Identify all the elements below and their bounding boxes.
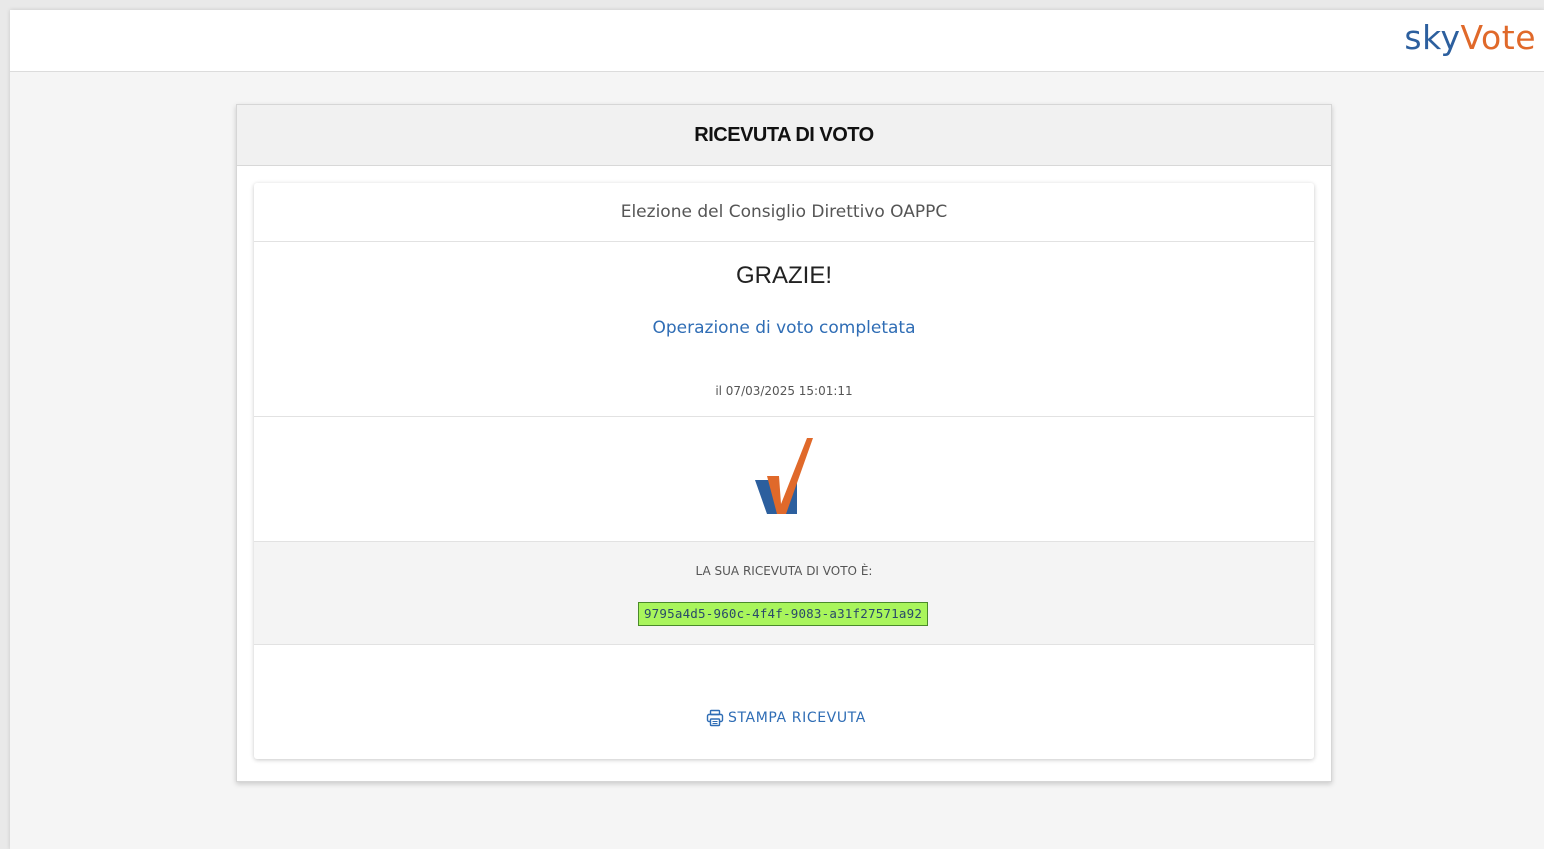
- vote-timestamp: il 07/03/2025 15:01:11: [715, 384, 853, 398]
- brand-logo-vote: Vote: [1460, 18, 1536, 57]
- app-window: skyVote RICEVUTA DI VOTO Elezione del Co…: [10, 10, 1544, 849]
- completed-message: Operazione di voto completata: [652, 318, 916, 338]
- page-title: RICEVUTA DI VOTO: [694, 123, 874, 146]
- receipt-card: Elezione del Consiglio Direttivo OAPPC G…: [254, 183, 1314, 759]
- brand-logo-sky: sky: [1404, 18, 1461, 57]
- top-bar: skyVote: [10, 10, 1544, 72]
- print-row: STAMPA RICEVUTA: [254, 645, 1314, 759]
- receipt-code[interactable]: 9795a4d5-960c-4f4f-9083-a31f27571a92: [638, 602, 928, 626]
- print-receipt-label: STAMPA RICEVUTA: [728, 710, 866, 726]
- election-row: Elezione del Consiglio Direttivo OAPPC: [254, 183, 1314, 242]
- logo-row: [254, 417, 1314, 542]
- brand-logo[interactable]: skyVote: [1404, 18, 1536, 58]
- panel-header: RICEVUTA DI VOTO: [237, 105, 1331, 166]
- panel-body: Elezione del Consiglio Direttivo OAPPC G…: [237, 166, 1331, 776]
- election-name: Elezione del Consiglio Direttivo OAPPC: [620, 202, 948, 222]
- thanks-title: GRAZIE!: [735, 262, 832, 289]
- receipt-row: LA SUA RICEVUTA DI VOTO È: 9795a4d5-960c…: [254, 542, 1314, 645]
- thanks-row: GRAZIE! Operazione di voto completata il…: [254, 242, 1314, 417]
- vote-check-icon: [753, 436, 815, 522]
- printer-icon: [706, 709, 724, 727]
- receipt-panel: RICEVUTA DI VOTO Elezione del Consiglio …: [236, 104, 1332, 782]
- print-receipt-button[interactable]: STAMPA RICEVUTA: [706, 709, 866, 727]
- receipt-label: LA SUA RICEVUTA DI VOTO È:: [695, 564, 873, 578]
